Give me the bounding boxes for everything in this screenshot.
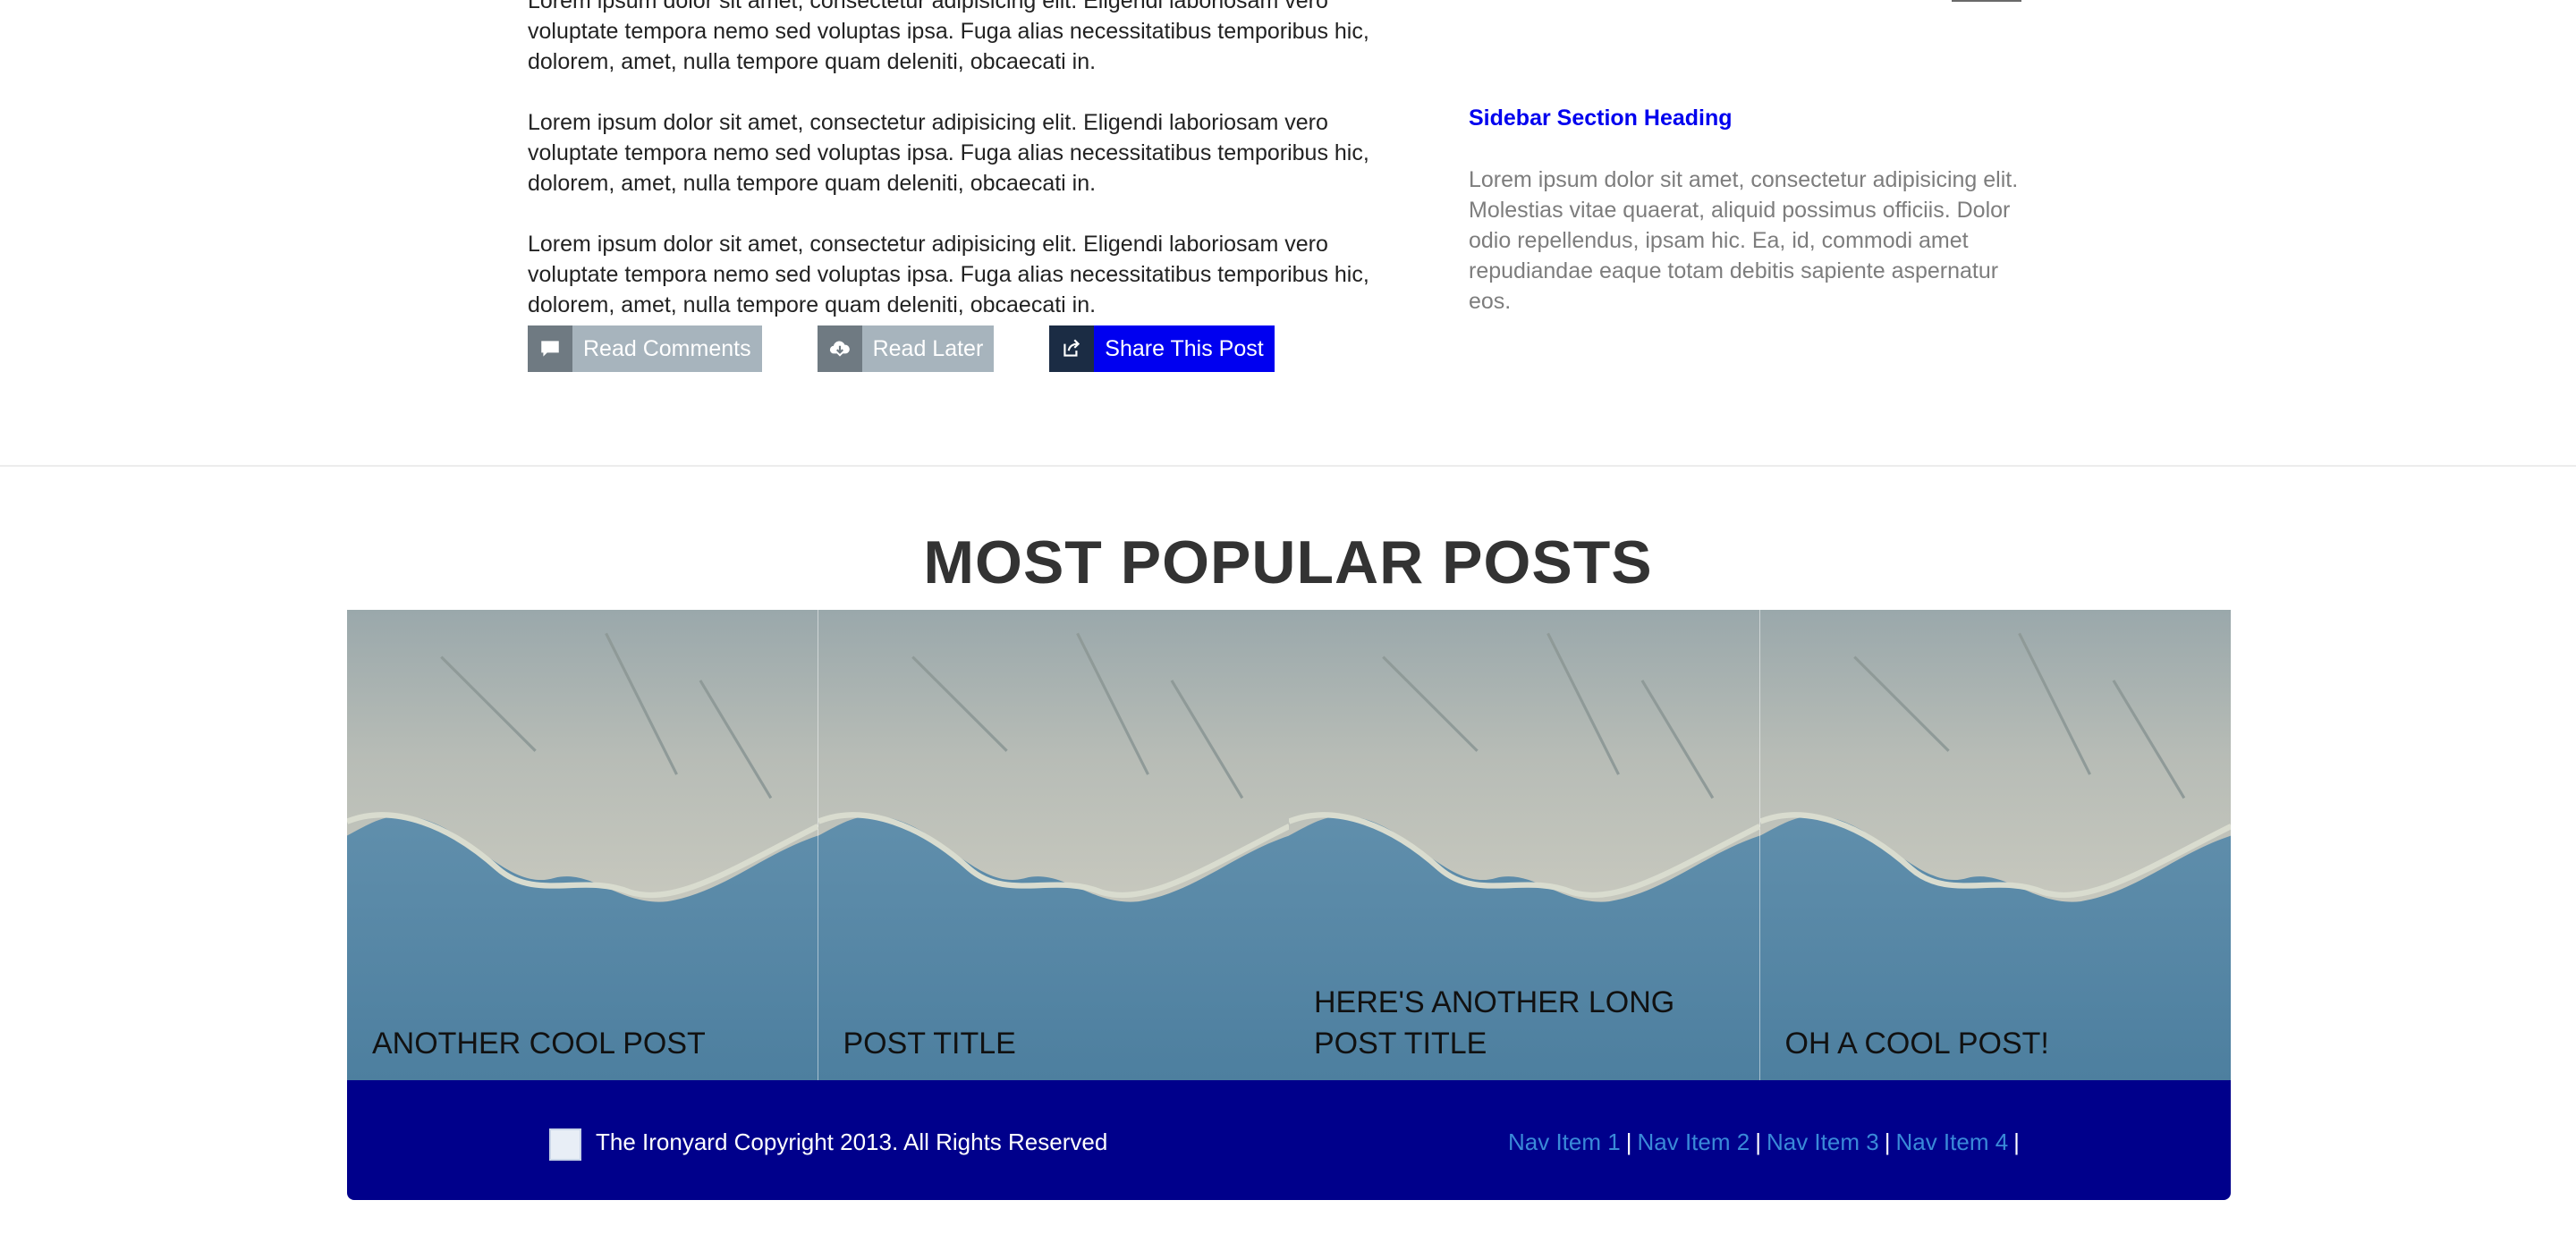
article-body: Lorem ipsum dolor sit amet, consectetur … (528, 0, 1404, 351)
popular-posts-grid: ANOTHER COOL POST POST TITLE HERE'S ANOT… (347, 610, 2231, 1080)
sidebar-divider (1952, 0, 2021, 2)
nav-separator: | (2013, 1128, 2020, 1155)
share-post-button[interactable]: Share This Post (1049, 325, 1275, 372)
article-paragraph: Lorem ipsum dolor sit amet, consectetur … (528, 110, 1369, 196)
share-post-label: Share This Post (1094, 325, 1275, 372)
nav-separator: | (1884, 1128, 1891, 1155)
footer-nav-item-2[interactable]: Nav Item 2 (1637, 1128, 1750, 1155)
read-comments-label: Read Comments (572, 325, 762, 372)
read-later-label: Read Later (861, 325, 995, 372)
post-card[interactable]: OH A COOL POST! (1759, 610, 2231, 1080)
aerial-coast-image (347, 610, 818, 1080)
post-card[interactable]: ANOTHER COOL POST (347, 610, 818, 1080)
article-paragraph: Lorem ipsum dolor sit amet, consectetur … (528, 232, 1369, 317)
footer-nav: Nav Item 1 | Nav Item 2 | Nav Item 3 | Nav Ite… (1508, 1128, 2025, 1156)
nav-separator: | (1625, 1128, 1632, 1155)
sidebar-text: Lorem ipsum dolor sit amet, consectetur … (1469, 167, 2019, 314)
post-title: OH A COOL POST! (1784, 1027, 2049, 1061)
post-card[interactable]: POST TITLE (818, 610, 1289, 1080)
aerial-coast-image (818, 610, 1289, 1080)
popular-posts-heading: MOST POPULAR POSTS (923, 528, 1653, 596)
site-footer: The Ironyard Copyright 2013. All Rights … (347, 1080, 2231, 1200)
share-icon (1049, 325, 1095, 372)
post-card[interactable]: HERE'S ANOTHER LONG POST TITLE (1289, 610, 1760, 1080)
sidebar-section-heading[interactable]: Sidebar Section Heading (1469, 106, 1733, 131)
article-paragraph: Lorem ipsum dolor sit amet, consectetur … (528, 0, 1369, 74)
post-actions: Read Comments Read Later Share This Post (528, 325, 1330, 372)
read-comments-button[interactable]: Read Comments (528, 325, 762, 372)
post-title: HERE'S ANOTHER LONG POST TITLE (1314, 985, 1675, 1061)
cloud-download-icon (817, 325, 862, 372)
footer-nav-item-3[interactable]: Nav Item 3 (1767, 1128, 1879, 1155)
logo-image-icon (549, 1128, 581, 1161)
comment-icon (528, 325, 572, 372)
footer-nav-item-1[interactable]: Nav Item 1 (1508, 1128, 1621, 1155)
read-later-button[interactable]: Read Later (817, 325, 995, 372)
section-divider (0, 465, 2576, 467)
footer-nav-item-4[interactable]: Nav Item 4 (1895, 1128, 2008, 1155)
post-title: POST TITLE (843, 1027, 1016, 1061)
copyright-text: The Ironyard Copyright 2013. All Rights … (596, 1128, 1108, 1155)
post-title: ANOTHER COOL POST (372, 1027, 706, 1061)
nav-separator: | (1755, 1128, 1761, 1155)
aerial-coast-image (1759, 610, 2231, 1080)
